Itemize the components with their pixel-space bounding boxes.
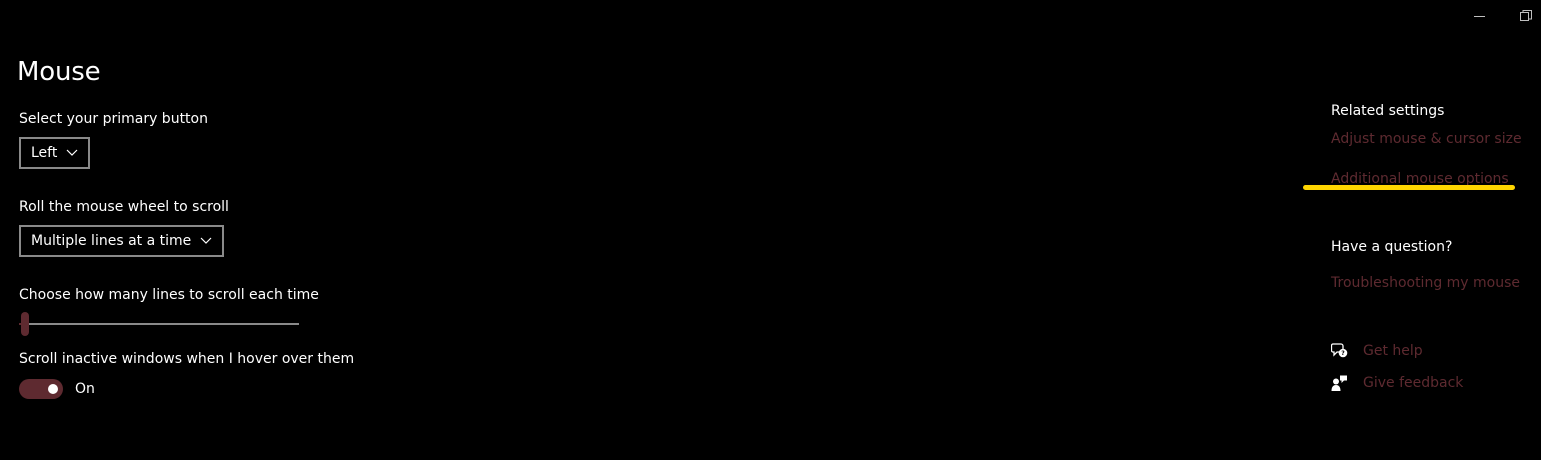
primary-button-dropdown[interactable]: Left (19, 137, 91, 169)
inactive-scroll-toggle[interactable] (19, 379, 63, 399)
wheel-scroll-dropdown[interactable]: Multiple lines at a time (19, 225, 225, 257)
adjust-mouse-cursor-size-link[interactable]: Adjust mouse & cursor size (1331, 131, 1522, 147)
primary-button-value: Left (31, 145, 58, 161)
lines-to-scroll-label: Choose how many lines to scroll each tim… (19, 287, 319, 303)
minimize-icon[interactable] (1474, 16, 1485, 17)
wheel-scroll-label: Roll the mouse wheel to scroll (19, 199, 229, 215)
inactive-scroll-label: Scroll inactive windows when I hover ove… (19, 351, 355, 367)
toggle-state-text: On (75, 381, 95, 397)
related-settings-heading: Related settings (1331, 103, 1445, 119)
wheel-scroll-value: Multiple lines at a time (31, 233, 192, 249)
toggle-knob (48, 384, 58, 394)
troubleshooting-link[interactable]: Troubleshooting my mouse (1331, 275, 1520, 291)
mouse-settings-page: Mouse Select your primary button Left Ro… (0, 0, 1541, 460)
chevron-down-icon (66, 149, 78, 156)
lines-to-scroll-slider[interactable] (19, 312, 299, 336)
question-heading: Have a question? (1331, 239, 1453, 255)
highlight-underline (1303, 185, 1515, 190)
svg-text:?: ? (1341, 350, 1345, 357)
chat-help-icon: ? (1331, 343, 1348, 358)
page-title: Mouse (17, 57, 101, 87)
feedback-icon (1331, 375, 1347, 391)
give-feedback-link[interactable]: Give feedback (1363, 375, 1463, 391)
slider-track (19, 323, 299, 325)
chevron-down-icon (200, 237, 212, 244)
get-help-link[interactable]: Get help (1363, 343, 1423, 359)
restore-icon[interactable] (1520, 10, 1532, 22)
primary-button-label: Select your primary button (19, 111, 208, 127)
slider-thumb[interactable] (21, 312, 29, 336)
